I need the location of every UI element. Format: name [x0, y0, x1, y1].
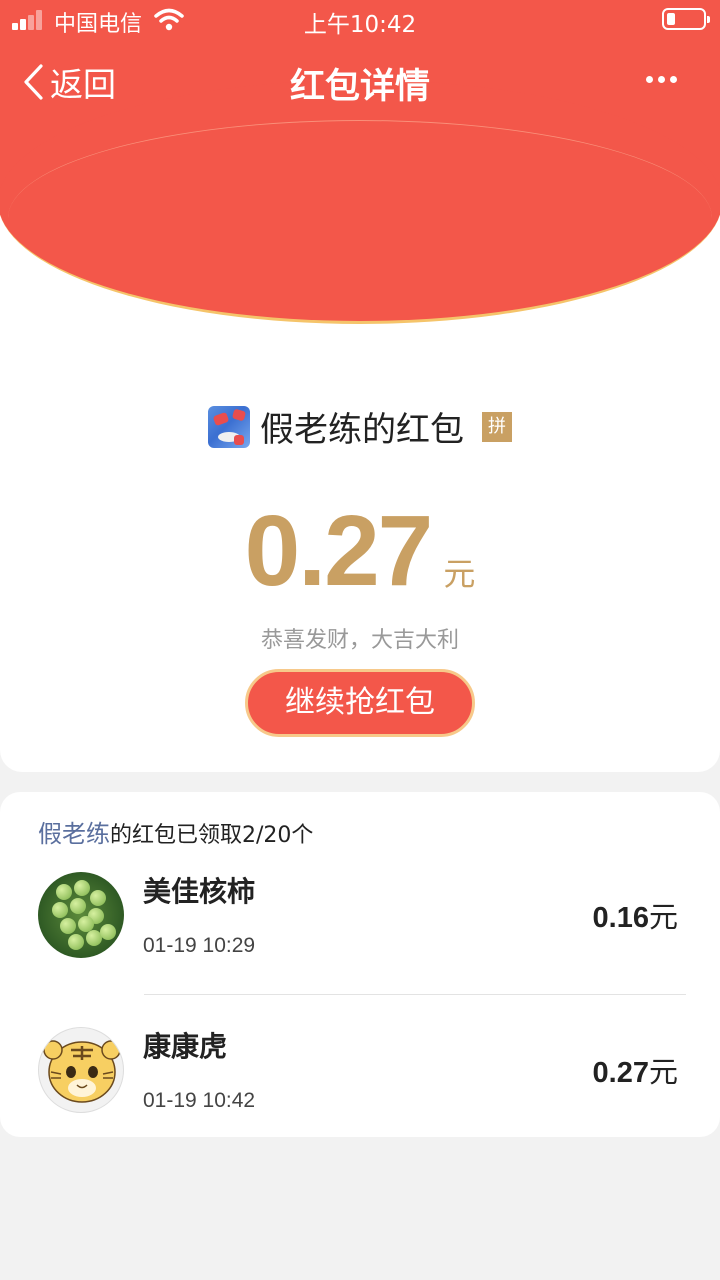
receiver-avatar[interactable] — [38, 872, 124, 958]
receivers-card: 假老练的红包已领取2/20个 美佳核柿 01-19 10:29 0.16元 康康… — [0, 792, 720, 1137]
receiver-list: 美佳核柿 01-19 10:29 0.16元 康康虎 01-19 10:42 0… — [0, 868, 720, 1178]
summary-sender-link[interactable]: 假老练 — [38, 820, 110, 848]
status-bar: 中国电信 上午10:42 — [0, 0, 720, 40]
received-amount: 0.16元 — [593, 894, 678, 936]
amount-unit: 元 — [443, 555, 476, 593]
receiver-avatar[interactable] — [38, 1027, 124, 1113]
page-title: 红包详情 — [289, 67, 430, 107]
receiver-row[interactable]: 美佳核柿 01-19 10:29 0.16元 — [0, 868, 720, 1023]
received-amount-unit: 元 — [648, 900, 678, 934]
sender-avatar — [208, 405, 250, 448]
row-divider — [144, 994, 686, 995]
received-amount-value: 0.16 — [592, 902, 649, 934]
lucky-packet-badge: 拼 — [482, 411, 512, 442]
receive-time: 01-19 10:29 — [143, 934, 256, 957]
blessing-text: 恭喜发财，大吉大利 — [260, 628, 459, 653]
received-amount: 0.27元 — [593, 1049, 678, 1091]
receiver-name: 康康虎 — [143, 1030, 228, 1063]
red-packet-header-card: 中国电信 上午10:42 返回 红包详情 假老练的红包 拼 0.27 元 恭喜发… — [0, 0, 720, 772]
battery-icon — [662, 8, 710, 30]
amount-display: 0.27 元 — [0, 494, 720, 609]
sender-name: 假老练的红包 — [260, 410, 464, 450]
summary-text: 的红包已领取2/20个 — [110, 823, 314, 848]
claim-summary: 假老练的红包已领取2/20个 — [38, 814, 313, 849]
tiger-avatar-icon — [43, 1040, 121, 1103]
receiver-name: 美佳核柿 — [143, 875, 256, 908]
clock: 上午10:42 — [303, 12, 417, 38]
continue-grab-button[interactable]: 继续抢红包 — [245, 669, 475, 737]
receive-time: 01-19 10:42 — [143, 1089, 256, 1112]
cover-highlight-line — [8, 120, 712, 316]
amount-value: 0.27 — [244, 495, 434, 607]
more-options-icon[interactable] — [646, 76, 678, 86]
receiver-row[interactable]: 康康虎 01-19 10:42 0.27元 — [0, 1023, 720, 1178]
sender-row: 假老练的红包 拼 — [0, 402, 720, 451]
received-amount-value: 0.27 — [592, 1057, 649, 1089]
received-amount-unit: 元 — [648, 1055, 678, 1089]
